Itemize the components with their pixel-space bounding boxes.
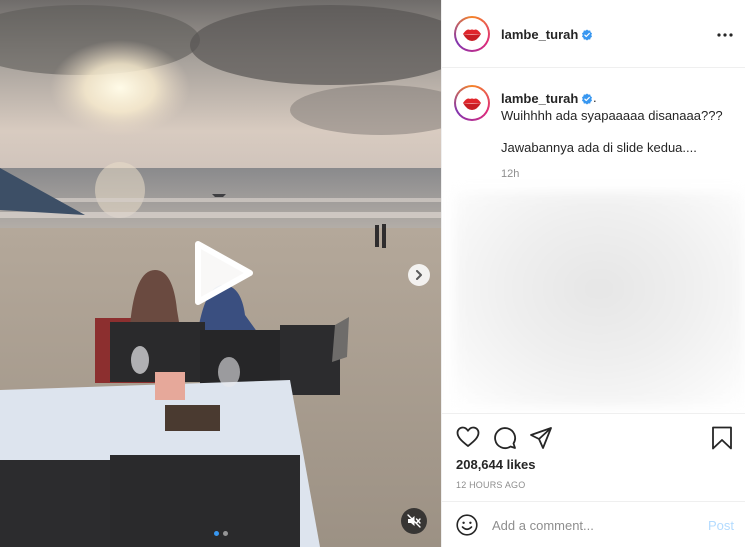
bookmark-icon (712, 426, 732, 450)
play-button[interactable] (190, 240, 256, 306)
lips-logo-icon (460, 22, 484, 46)
caption-timestamp[interactable]: 12h (501, 168, 519, 180)
post-header: lambe_turah (442, 0, 745, 68)
carousel-dot (223, 531, 228, 536)
caption-section: lambe_turah . Wuihhhh ada syapaaaaa disa… (442, 68, 745, 413)
lips-logo-icon (460, 91, 484, 115)
emoji-button[interactable] (456, 514, 478, 541)
share-button[interactable] (529, 426, 553, 455)
mute-toggle-button[interactable] (401, 508, 427, 534)
username-text: lambe_turah (501, 27, 579, 42)
comment-bar: Post (442, 501, 745, 547)
caption-line: Wuihhhh ada syapaaaaa disanaaa??? (501, 108, 723, 123)
emoji-icon (456, 514, 478, 536)
caption-dot: . (593, 90, 597, 105)
username-link[interactable]: lambe_turah (501, 27, 593, 42)
caption-username-text: lambe_turah (501, 91, 579, 106)
caption-avatar[interactable] (454, 85, 490, 121)
carousel-indicators (214, 531, 228, 536)
post-timestamp[interactable]: 12 HOURS AGO (456, 480, 525, 490)
like-count[interactable]: 208,644 likes (456, 457, 536, 472)
avatar[interactable] (454, 16, 490, 52)
play-icon (195, 241, 253, 305)
caption-username-link[interactable]: lambe_turah (501, 91, 593, 106)
next-slide-button[interactable] (408, 264, 430, 286)
post-media[interactable] (0, 0, 441, 547)
caption-line: Jawabannya ada di slide kedua.... (501, 140, 697, 155)
heart-icon (456, 426, 480, 447)
speaker-muted-icon (407, 514, 421, 528)
verified-badge-icon (582, 93, 593, 105)
carousel-dot-active (214, 531, 219, 536)
more-options-icon (717, 33, 733, 37)
action-bar: 208,644 likes 12 HOURS AGO (442, 413, 745, 501)
comment-button[interactable] (493, 426, 517, 455)
share-icon (530, 427, 552, 449)
like-button[interactable] (456, 426, 480, 453)
comment-input[interactable] (492, 514, 692, 536)
chevron-right-icon (416, 270, 422, 280)
more-options-button[interactable] (717, 24, 733, 42)
save-button[interactable] (711, 426, 733, 455)
comments-loading-placeholder (454, 192, 744, 407)
post-details-panel: lambe_turah lambe_turah . Wuihhhh ada sy… (441, 0, 745, 547)
verified-badge-icon (582, 29, 593, 41)
post-comment-button[interactable]: Post (708, 518, 734, 533)
comment-icon (494, 427, 516, 449)
